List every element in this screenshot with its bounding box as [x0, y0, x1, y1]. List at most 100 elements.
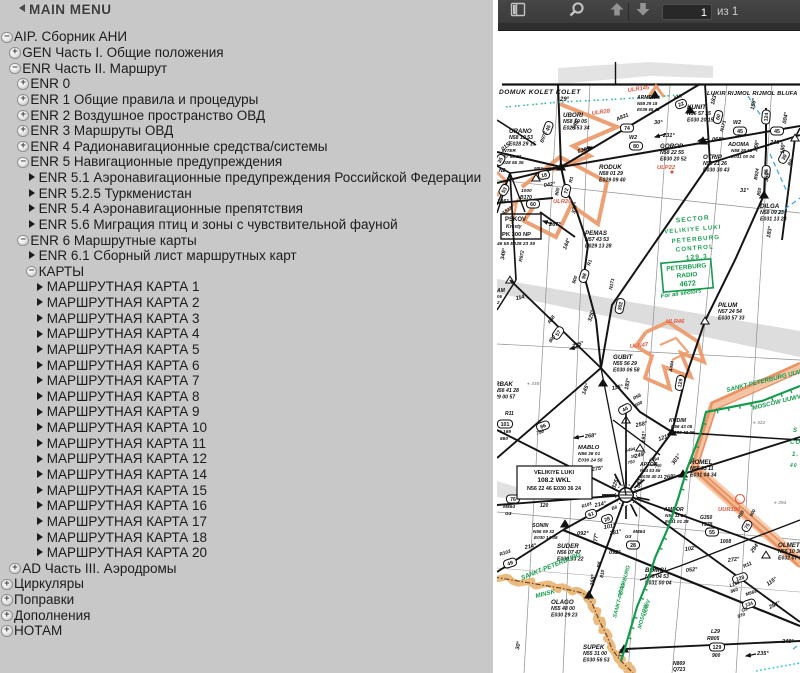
svg-text:N171: N171 — [608, 278, 616, 291]
svg-text:102°: 102° — [684, 545, 697, 553]
svg-text:N56 36 01: N56 36 01 — [578, 451, 600, 457]
svg-text:158°: 158° — [753, 139, 761, 152]
svg-text:R972: R972 — [518, 250, 526, 263]
svg-text:60: 60 — [530, 202, 536, 208]
svg-text:74: 74 — [624, 126, 630, 132]
svg-text:MABLO: MABLO — [578, 445, 600, 451]
svg-text:DILGA: DILGA — [760, 203, 780, 210]
svg-text:180°: 180° — [780, 141, 787, 154]
svg-text:101: 101 — [501, 422, 510, 428]
svg-text:R103: R103 — [581, 501, 593, 509]
svg-text:76: 76 — [510, 497, 516, 503]
svg-text:R58: R58 — [632, 392, 642, 401]
svg-text:235°: 235° — [756, 651, 769, 657]
svg-text:W2: W2 — [733, 120, 741, 126]
svg-text:052°: 052° — [686, 567, 699, 574]
svg-text:GOROP: GOROP — [660, 143, 684, 150]
svg-text:30°: 30° — [654, 120, 663, 126]
svg-text:N55 48 00: N55 48 00 — [551, 606, 575, 612]
svg-text:L29: L29 — [711, 629, 720, 635]
svg-text:860: 860 — [500, 436, 508, 442]
svg-text:004°: 004° — [782, 111, 790, 124]
svg-text:358°: 358° — [590, 573, 597, 586]
svg-text:80: 80 — [633, 144, 639, 150]
svg-text:B972: B972 — [539, 131, 549, 144]
svg-text:N56 57 35: N56 57 35 — [687, 111, 711, 117]
svg-text:E030 14 35: E030 14 35 — [534, 535, 558, 540]
svg-text:N58 10 53: N58 10 53 — [509, 135, 533, 141]
svg-text:PSKOV: PSKOV — [505, 217, 526, 223]
svg-text:LUKIR RIJMOL RIJMOL BLUFA: LUKIR RIJMOL RIJMOL BLUFA — [707, 91, 797, 97]
svg-text:281°: 281° — [608, 529, 622, 537]
svg-text:900: 900 — [554, 187, 562, 196]
svg-text:L169: L169 — [500, 429, 511, 435]
svg-text:G3: G3 — [625, 534, 632, 540]
svg-text:1000: 1000 — [521, 188, 532, 194]
svg-text:275°: 275° — [590, 465, 604, 473]
svg-text:186°: 186° — [497, 199, 509, 205]
svg-text:KUNIT: KUNIT — [687, 104, 707, 111]
svg-text:31°: 31° — [740, 188, 749, 194]
svg-text:OLMET: OLMET — [778, 542, 800, 549]
svg-text:VELIKIYE LUKI: VELIKIYE LUKI — [534, 470, 575, 476]
svg-text:E030 56 53: E030 56 53 — [583, 657, 610, 663]
svg-text:N55 56 29: N55 56 29 — [613, 361, 637, 367]
svg-text:ULN47: ULN47 — [630, 342, 650, 350]
svg-text:T578: T578 — [701, 522, 713, 528]
svg-text:N57 24 54: N57 24 54 — [718, 309, 742, 315]
svg-text:M8?: M8? — [534, 166, 543, 171]
svg-text:E028 29 15: E028 29 15 — [509, 141, 536, 147]
svg-text:W2: W2 — [629, 135, 637, 141]
svg-text:S: S — [793, 428, 798, 434]
svg-text:CO: CO — [790, 440, 800, 446]
svg-text:E031 00 04: E031 00 04 — [731, 154, 755, 159]
svg-text:UUR190: UUR190 — [718, 507, 741, 513]
svg-text:360°: 360° — [764, 169, 771, 182]
svg-text:349°: 349° — [500, 247, 508, 260]
svg-text:N54 53 55: N54 53 55 — [640, 468, 661, 473]
svg-text:30°: 30° — [515, 640, 523, 650]
svg-text:2: 2 — [497, 300, 500, 305]
svg-text:Kresty: Kresty — [506, 224, 522, 230]
svg-text:214°: 214° — [523, 543, 537, 551]
svg-text:A831: A831 — [615, 112, 630, 123]
svg-text:115°: 115° — [766, 576, 779, 588]
svg-text:E031 00 04: E031 00 04 — [645, 580, 672, 586]
svg-text:284°: 284° — [767, 600, 782, 611]
svg-text:ULP22: ULP22 — [657, 165, 676, 171]
svg-text:301°: 301° — [671, 453, 683, 467]
svg-text:E029 13 28: E029 13 28 — [585, 243, 612, 249]
svg-text:29 00 57: 29 00 57 — [497, 394, 516, 400]
svg-text:042°: 042° — [543, 181, 556, 189]
svg-text:UBORI: UBORI — [563, 112, 583, 119]
svg-text:810: 810 — [599, 569, 606, 578]
svg-text:RBAK: RBAK — [497, 381, 513, 388]
svg-text:N58 21 26: N58 21 26 — [703, 161, 727, 167]
svg-text:124: 124 — [764, 112, 771, 121]
svg-text:E030 30 43: E030 30 43 — [703, 167, 730, 173]
svg-text:N58 22 55: N58 22 55 — [660, 150, 684, 156]
svg-text:ROMEL: ROMEL — [690, 459, 713, 466]
svg-text:191°: 191° — [641, 430, 648, 443]
svg-text:129: 129 — [713, 645, 722, 651]
svg-text:ULR145: ULR145 — [627, 85, 650, 94]
svg-text:ULR28: ULR28 — [591, 108, 611, 117]
svg-text:N56 11 24: N56 11 24 — [665, 513, 686, 518]
svg-text:G350: G350 — [700, 515, 712, 521]
svg-text:E032 07 10: E032 07 10 — [778, 555, 800, 561]
svg-text:268°: 268° — [584, 433, 598, 440]
svg-text:092°: 092° — [609, 550, 621, 556]
svg-text:B8: B8 — [611, 504, 618, 511]
svg-text:RODUK: RODUK — [599, 164, 622, 171]
svg-text:29°: 29° — [559, 97, 570, 103]
svg-text:860: 860 — [730, 587, 739, 594]
svg-text:1008: 1008 — [720, 539, 731, 545]
svg-text:SUDER: SUDER — [557, 543, 579, 550]
svg-text:M864: M864 — [633, 529, 645, 535]
svg-text:248°: 248° — [781, 639, 794, 645]
svg-text:SANKT-PETERBURG: SANKT-PETERBURG — [520, 551, 582, 581]
svg-text:06: 06 — [497, 294, 502, 299]
svg-text:SUPEK: SUPEK — [583, 644, 605, 651]
svg-text:E030 20 52: E030 20 52 — [660, 156, 687, 162]
svg-text:Q723: Q723 — [673, 667, 685, 673]
